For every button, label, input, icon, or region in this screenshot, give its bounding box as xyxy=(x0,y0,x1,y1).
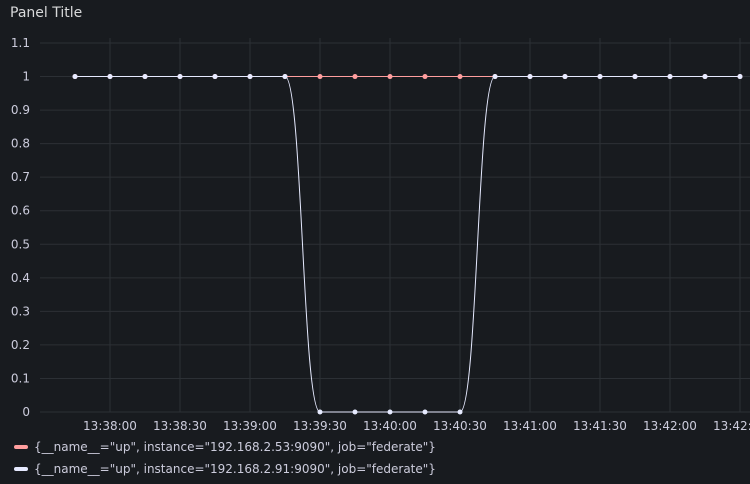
x-tick-label-8: 13:42:00 xyxy=(643,419,697,430)
series-2-point-18 xyxy=(702,74,708,80)
series-2-point-15 xyxy=(597,74,603,80)
legend-label-series-1: {__name__="up", instance="192.168.2.53:9… xyxy=(34,440,436,454)
series-2-point-8 xyxy=(352,409,358,415)
series-2-point-14 xyxy=(562,74,568,80)
y-tick-label-7: 0.7 xyxy=(11,170,30,184)
series-2-point-7 xyxy=(317,409,323,415)
series-1-point-11 xyxy=(457,74,463,80)
chart-grid xyxy=(40,38,750,413)
y-tick-label-5: 0.5 xyxy=(11,237,30,251)
y-tick-label-8: 0.8 xyxy=(11,137,30,151)
panel-title: Panel Title xyxy=(10,5,83,21)
legend-item-series-1[interactable]: {__name__="up", instance="192.168.2.53:9… xyxy=(14,436,436,458)
series-2-point-13 xyxy=(527,74,533,80)
series-1-point-8 xyxy=(352,74,358,80)
x-tick-label-5: 13:40:30 xyxy=(433,419,487,430)
series-2-point-17 xyxy=(667,74,673,80)
x-tick-label-7: 13:41:30 xyxy=(573,419,627,430)
x-tick-label-0: 13:38:00 xyxy=(83,419,137,430)
x-tick-label-9: 13:42:30 xyxy=(713,419,750,430)
series-2-point-2 xyxy=(142,74,148,80)
y-tick-label-11: 1.1 xyxy=(11,36,30,50)
series-2-point-5 xyxy=(247,74,253,80)
y-tick-label-1: 0.1 xyxy=(11,371,30,385)
x-tick-label-4: 13:40:00 xyxy=(363,419,417,430)
legend-label-series-2: {__name__="up", instance="192.168.2.91:9… xyxy=(34,462,436,476)
y-tick-label-3: 0.3 xyxy=(11,304,30,318)
panel-header[interactable]: Panel Title xyxy=(0,0,750,30)
series-2-point-3 xyxy=(177,74,183,80)
series-2-point-0 xyxy=(72,74,78,80)
panel: Panel Title 0 0.1 0.2 0.3 0.4 0.5 0.6 0.7 0.8 0.9… xyxy=(0,0,750,484)
x-tick-label-6: 13:41:00 xyxy=(503,419,557,430)
series-2-point-9 xyxy=(387,409,393,415)
series-1-point-9 xyxy=(387,74,393,80)
x-tick-label-3: 13:39:30 xyxy=(293,419,347,430)
time-series-chart[interactable]: 0 0.1 0.2 0.3 0.4 0.5 0.6 0.7 0.8 0.9 1 1.1 13:38:0… xyxy=(0,30,750,430)
series-2-point-10 xyxy=(422,409,428,415)
series-2-point-4 xyxy=(212,74,218,80)
x-tick-label-2: 13:39:00 xyxy=(223,419,277,430)
series-1-point-10 xyxy=(422,74,428,80)
legend-item-series-2[interactable]: {__name__="up", instance="192.168.2.91:9… xyxy=(14,458,436,480)
y-tick-label-10: 1 xyxy=(22,70,30,84)
series-2-point-12 xyxy=(492,74,498,80)
legend: {__name__="up", instance="192.168.2.53:9… xyxy=(14,436,436,480)
series-2-point-16 xyxy=(632,74,638,80)
series-2-point-19 xyxy=(737,74,743,80)
x-axis: 13:38:00 13:38:30 13:39:00 13:39:30 13:40:00… xyxy=(83,419,750,430)
y-tick-label-4: 0.4 xyxy=(11,271,30,285)
y-tick-label-6: 0.6 xyxy=(11,204,30,218)
y-tick-label-9: 0.9 xyxy=(11,103,30,117)
series-1-point-7 xyxy=(317,74,323,80)
legend-swatch-series-2 xyxy=(14,467,28,471)
y-axis: 0 0.1 0.2 0.3 0.4 0.5 0.6 0.7 0.8 0.9 1 1.1 xyxy=(11,36,30,419)
series-2-point-1 xyxy=(107,74,113,80)
x-tick-label-1: 13:38:30 xyxy=(153,419,207,430)
y-tick-label-0: 0 xyxy=(22,405,30,419)
series-2-point-6 xyxy=(282,74,288,80)
legend-swatch-series-1 xyxy=(14,445,28,449)
series-2-point-11 xyxy=(457,409,463,415)
y-tick-label-2: 0.2 xyxy=(11,338,30,352)
